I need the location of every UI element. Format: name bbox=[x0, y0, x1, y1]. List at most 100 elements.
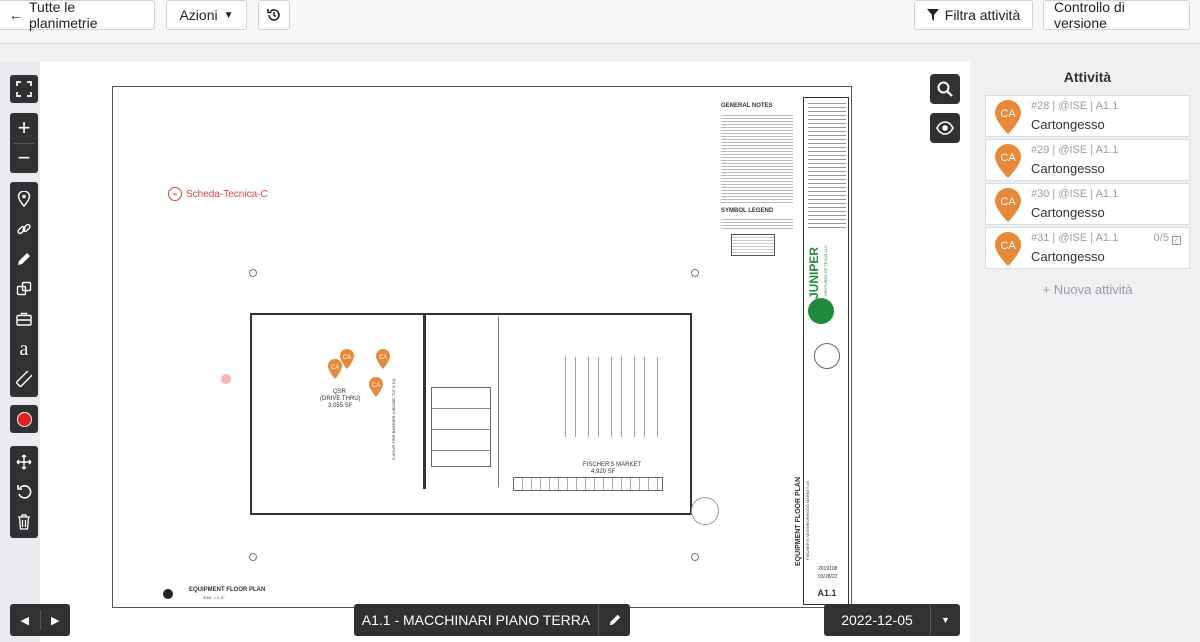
hidden-marker[interactable] bbox=[221, 374, 231, 384]
visibility-button[interactable] bbox=[930, 113, 960, 143]
zoom-controls: + − bbox=[10, 113, 38, 173]
shapes-icon bbox=[16, 281, 32, 296]
titleblock-title: EQUIPMENT FLOOR PLAN bbox=[795, 476, 803, 567]
edit-sheet-button[interactable] bbox=[599, 604, 630, 636]
map-pin-icon bbox=[17, 191, 31, 207]
activity-meta: #29 | @ISE | A1.1 bbox=[1031, 144, 1119, 156]
rotate-icon bbox=[17, 485, 32, 499]
activity-name: Cartongesso bbox=[1031, 249, 1105, 264]
zoom-out-button[interactable]: − bbox=[10, 143, 38, 173]
drawing-scale: 3/16" = 1'-0" bbox=[203, 595, 225, 600]
shapes-tool-button[interactable] bbox=[10, 274, 38, 304]
activity-avatar-initials: CA bbox=[1000, 108, 1016, 120]
pencil-icon bbox=[609, 614, 620, 626]
activity-pin-label: CA bbox=[343, 355, 351, 361]
title-block: JUNIPER VENTURES OF TEXAS LLC EQUIPMENT … bbox=[795, 97, 849, 605]
filter-activities-button[interactable]: Filtra attività bbox=[914, 0, 1033, 30]
eye-icon bbox=[936, 121, 954, 135]
zoom-in-button[interactable]: + bbox=[10, 113, 38, 143]
text-icon: a bbox=[19, 337, 29, 360]
text-tool-button[interactable]: a bbox=[10, 334, 38, 364]
activity-meta: #28 | @ISE | A1.1 bbox=[1031, 100, 1119, 112]
actions-dropdown-button[interactable]: Azioni ▼ bbox=[166, 0, 247, 30]
activity-panel-title: Attività bbox=[1063, 69, 1112, 85]
activity-pin[interactable]: CA bbox=[375, 349, 391, 369]
plan-sheet[interactable]: GENERAL NOTES SYMBOL LEGEND JUNIPER VENT… bbox=[112, 86, 852, 608]
pin-tool-button[interactable] bbox=[10, 184, 38, 214]
measure-tool-button[interactable] bbox=[10, 364, 38, 394]
notes-box bbox=[731, 234, 775, 256]
fire-barrier-note: 3-HOUR FIRE BARRIER (UBC/IBC 707.3.10) bbox=[391, 378, 397, 461]
brand-subtitle: VENTURES OF TEXAS LLC bbox=[823, 244, 829, 297]
edit-tools bbox=[10, 446, 38, 538]
activity-pin[interactable]: CA bbox=[327, 359, 343, 379]
version-date: 2022-12-05 bbox=[841, 612, 913, 628]
record-button[interactable] bbox=[10, 405, 38, 433]
activity-avatar-initials: CA bbox=[1000, 240, 1016, 252]
checklist-progress: 0/5 ✓ bbox=[1154, 232, 1181, 245]
history-icon bbox=[267, 9, 280, 21]
move-icon bbox=[16, 454, 32, 470]
search-button[interactable] bbox=[930, 74, 960, 104]
paperclip-icon: ⌁ bbox=[168, 187, 182, 201]
pencil-icon bbox=[18, 253, 30, 265]
activity-name: Cartongesso bbox=[1031, 161, 1105, 176]
fullscreen-button[interactable] bbox=[10, 75, 38, 103]
activity-avatar-pin: CA bbox=[995, 232, 1021, 266]
activity-pin-label: CA bbox=[331, 365, 339, 371]
plus-icon: + bbox=[17, 115, 31, 140]
toolbox-tool-button[interactable] bbox=[10, 304, 38, 334]
general-notes-title: GENERAL NOTES bbox=[721, 103, 773, 109]
activity-meta: #30 | @ISE | A1.1 bbox=[1031, 188, 1119, 200]
back-of-house-rooms bbox=[431, 387, 491, 467]
page-navigation: ◀ ▶ bbox=[10, 604, 70, 636]
activity-card[interactable]: CA #29 | @ISE | A1.1 Cartongesso bbox=[985, 139, 1190, 181]
briefcase-icon bbox=[16, 312, 32, 326]
move-tool-button[interactable] bbox=[10, 447, 38, 477]
back-to-plans-label: Tutte le planimetrie bbox=[29, 0, 98, 31]
version-date-selector[interactable]: 2022-12-05 ▼ bbox=[824, 604, 960, 636]
activity-avatar-initials: CA bbox=[1000, 152, 1016, 164]
sheet-number: A1.1 bbox=[817, 588, 837, 598]
general-notes-text bbox=[721, 113, 793, 203]
link-tool-button[interactable] bbox=[10, 214, 38, 244]
checkbox-icon: ✓ bbox=[1172, 236, 1181, 245]
search-icon bbox=[937, 81, 953, 97]
caret-down-icon[interactable]: ▼ bbox=[931, 604, 960, 636]
interior-wall bbox=[498, 317, 499, 487]
sheet-title: A1.1 - MACCHINARI PIANO TERRA bbox=[361, 612, 591, 628]
new-activity-button[interactable]: + Nuova attività bbox=[985, 282, 1190, 297]
pencil-tool-button[interactable] bbox=[10, 244, 38, 274]
project-number: 2019108 bbox=[818, 566, 838, 572]
grid-marker bbox=[249, 269, 257, 277]
activity-pin[interactable]: CA bbox=[368, 377, 384, 397]
rotate-tool-button[interactable] bbox=[10, 477, 38, 507]
activity-avatar-initials: CA bbox=[1000, 196, 1016, 208]
actions-label: Azioni bbox=[179, 7, 218, 23]
activity-card[interactable]: CA #31 | @ISE | A1.1 Cartongesso 0/5 ✓ bbox=[985, 227, 1190, 269]
back-to-plans-button[interactable]: ← Tutte le planimetrie bbox=[0, 0, 155, 31]
attached-document-link[interactable]: ⌁ Scheda-Tecnica-C bbox=[168, 187, 268, 201]
filter-icon bbox=[926, 9, 939, 21]
activity-name: Cartongesso bbox=[1031, 205, 1105, 220]
drawing-title: EQUIPMENT FLOOR PLAN bbox=[189, 587, 266, 593]
activity-card[interactable]: CA #28 | @ISE | A1.1 Cartongesso bbox=[985, 95, 1190, 137]
attached-document-label: Scheda-Tecnica-C bbox=[186, 188, 268, 200]
sheet-selector[interactable]: A1.1 - MACCHINARI PIANO TERRA bbox=[354, 604, 630, 636]
activity-card[interactable]: CA #30 | @ISE | A1.1 Cartongesso bbox=[985, 183, 1190, 225]
activity-avatar-pin: CA bbox=[995, 100, 1021, 134]
checklist-count: 0/5 bbox=[1153, 232, 1169, 244]
caret-down-icon: ▼ bbox=[223, 9, 234, 21]
storefront-counters bbox=[513, 477, 663, 491]
selection-circle bbox=[691, 497, 719, 525]
activity-name: Cartongesso bbox=[1031, 117, 1105, 132]
room-qsr-subtitle: (DRIVE THRU) bbox=[320, 396, 361, 402]
grid-marker bbox=[249, 553, 257, 561]
previous-page-button[interactable]: ◀ bbox=[10, 614, 40, 627]
delete-tool-button[interactable] bbox=[10, 507, 38, 537]
history-button[interactable] bbox=[258, 0, 290, 30]
grid-marker bbox=[691, 553, 699, 561]
version-control-button[interactable]: Controllo di versione bbox=[1043, 0, 1190, 31]
next-page-button[interactable]: ▶ bbox=[41, 614, 71, 627]
title-block-lines bbox=[808, 100, 846, 230]
